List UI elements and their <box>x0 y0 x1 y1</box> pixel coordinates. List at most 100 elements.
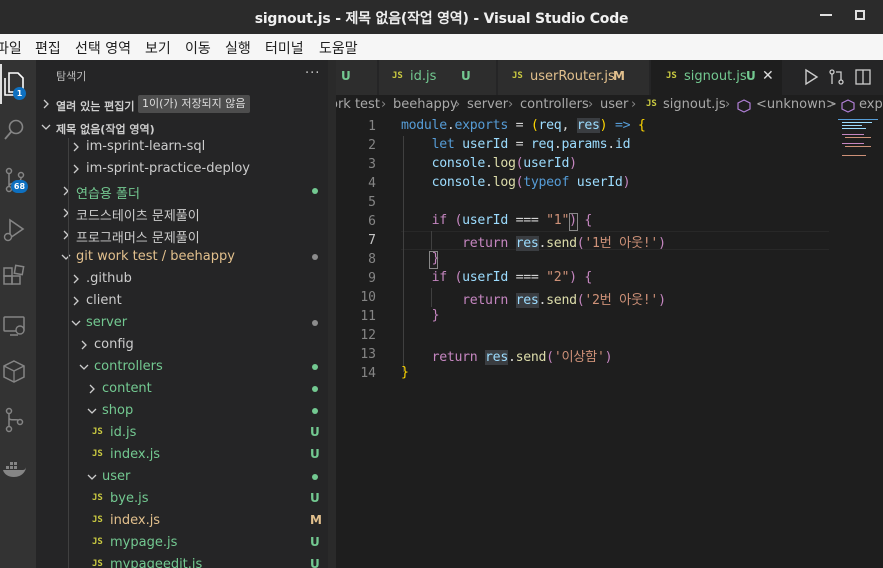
minimap-line <box>842 134 864 135</box>
menu-selection[interactable]: 선택 영역 <box>75 38 131 58</box>
tree-folder[interactable]: config <box>36 334 336 356</box>
chevron-right-icon <box>89 384 95 394</box>
menu-run[interactable]: 실행 <box>225 38 251 58</box>
open-editors-section[interactable]: 열려 있는 편집기 1이(가) 저장되지 않음 <box>36 94 336 116</box>
explorer-badge: 1 <box>13 87 26 100</box>
tree-folder[interactable]: server <box>36 312 336 334</box>
source-control-button[interactable]: 68 <box>0 160 36 200</box>
tab-userrouter-js[interactable]: JS userRouter.js M <box>498 60 650 95</box>
menu-help[interactable]: 도움말 <box>319 38 358 58</box>
open-editors-label: 열려 있는 편집기 <box>56 100 135 113</box>
line-number: 10 <box>360 290 376 305</box>
tab-status: M <box>613 69 625 83</box>
code-line-13: return res.send('이상함') <box>431 350 613 365</box>
js-file-icon: JS <box>392 71 403 81</box>
tree-folder[interactable]: im-sprint-learn-sql <box>36 136 336 158</box>
menu-view[interactable]: 보기 <box>145 38 171 58</box>
git-status-dot <box>312 254 318 260</box>
bracket-match <box>429 251 438 269</box>
sidebar-scrollbar[interactable] <box>328 60 336 568</box>
tree-file[interactable]: JS index.js U <box>36 444 336 466</box>
indent-guide <box>68 138 69 568</box>
chevron-down-icon <box>41 124 51 130</box>
line-number: 14 <box>360 366 376 381</box>
minimap-line <box>842 122 872 123</box>
tree-folder[interactable]: user <box>36 466 336 488</box>
tree-item-label: .github <box>86 271 132 286</box>
explorer-button[interactable]: 1 <box>0 64 36 104</box>
git-status-badge: U <box>310 491 320 505</box>
run-debug-icon <box>3 218 25 242</box>
tab-partial[interactable]: U <box>336 60 378 95</box>
tree-item-label: user <box>102 469 131 484</box>
breadcrumb-symbol[interactable]: <unknown> <box>756 97 837 112</box>
tree-file[interactable]: JS bye.js U <box>36 488 336 510</box>
tree-folder[interactable]: content <box>36 378 336 400</box>
run-icon[interactable] <box>803 68 819 86</box>
tree-folder[interactable]: .github <box>36 268 336 290</box>
minimize-icon[interactable] <box>820 14 832 16</box>
tab-id-js[interactable]: JS id.js U <box>379 60 497 95</box>
split-editor-icon[interactable] <box>855 68 871 86</box>
tree-folder[interactable]: 프로그래머스 문제풀이 <box>36 224 336 246</box>
tab-label: signout.js <box>684 69 747 84</box>
containers-button[interactable] <box>0 352 36 392</box>
breadcrumb-item[interactable]: user <box>600 97 628 112</box>
breadcrumb-symbol[interactable]: expo <box>859 97 883 112</box>
maximize-icon[interactable] <box>855 10 865 20</box>
unsaved-badge: 1이(가) 저장되지 않음 <box>138 95 250 113</box>
git-status-badge: U <box>310 425 320 439</box>
breadcrumb-item[interactable]: ork test <box>336 97 380 112</box>
breadcrumb-file[interactable]: signout.js <box>663 97 726 112</box>
menu-terminal[interactable]: 터미널 <box>265 38 304 58</box>
tree-folder[interactable]: im-sprint-practice-deploy <box>36 158 336 180</box>
run-debug-button[interactable] <box>0 210 36 250</box>
chevron-right-icon <box>63 230 69 240</box>
remote-explorer-button[interactable] <box>0 306 36 346</box>
code-editor[interactable]: 1 2 3 4 5 6 7 8 9 10 11 12 13 14 module.exports = (re… <box>336 117 883 568</box>
tree-file[interactable]: JS index.js M <box>36 510 336 532</box>
tree-file[interactable]: JS mypageedit.js U <box>36 554 336 568</box>
tree-item-label: mypageedit.js <box>110 557 203 568</box>
breadcrumb-item[interactable]: beehappy <box>393 97 458 112</box>
tree-folder[interactable]: git work test / beehappy <box>36 246 336 268</box>
docker-button[interactable] <box>0 450 36 490</box>
git-graph-button[interactable] <box>0 400 36 440</box>
minimap[interactable] <box>836 117 883 568</box>
tree-file[interactable]: JS mypage.js U <box>36 532 336 554</box>
tree-folder[interactable]: shop <box>36 400 336 422</box>
tree-file[interactable]: JS id.js U <box>36 422 336 444</box>
extensions-icon <box>3 264 25 285</box>
chevron-down-icon <box>61 254 71 260</box>
close-tab-icon[interactable]: ✕ <box>762 68 774 84</box>
tree-folder[interactable]: 연습용 폴더 <box>36 180 336 202</box>
code-line-14: } <box>401 365 409 380</box>
git-status-badge: U <box>310 535 320 549</box>
code-line-10: return res.send('2번 아웃!') <box>462 293 666 308</box>
tree-folder[interactable]: controllers <box>36 356 336 378</box>
chevron-right-icon: › <box>725 97 731 112</box>
minimap-line <box>845 146 871 147</box>
open-changes-icon[interactable] <box>828 68 846 86</box>
js-file-icon: JS <box>512 71 523 81</box>
minimap-line <box>842 143 864 144</box>
tree-item-label: 코드스테이츠 문제풀이 <box>76 209 200 224</box>
menu-go[interactable]: 이동 <box>185 38 211 58</box>
tree-folder[interactable]: 코드스테이츠 문제풀이 <box>36 202 336 224</box>
menu-edit[interactable]: 편집 <box>35 38 61 58</box>
git-status-badge: U <box>310 557 320 568</box>
menu-file[interactable]: 파일 <box>0 38 22 58</box>
tree-item-label: controllers <box>94 359 163 374</box>
tree-item-label: im-sprint-learn-sql <box>86 139 206 154</box>
tree-item-label: server <box>86 315 128 330</box>
tree-item-label: 연습용 폴더 <box>76 187 140 202</box>
extensions-button[interactable] <box>0 258 36 298</box>
tree-folder[interactable]: client <box>36 290 336 312</box>
search-button[interactable] <box>0 110 36 150</box>
breadcrumb-item[interactable]: server <box>467 97 508 112</box>
js-file-icon: JS <box>92 515 103 525</box>
tab-signout-js[interactable]: JS signout.js U ✕ <box>651 60 783 95</box>
code-line-6: if (userId === "1") { <box>431 213 593 228</box>
more-actions-icon[interactable]: ··· <box>305 66 320 81</box>
breadcrumb-item[interactable]: controllers <box>520 97 589 112</box>
